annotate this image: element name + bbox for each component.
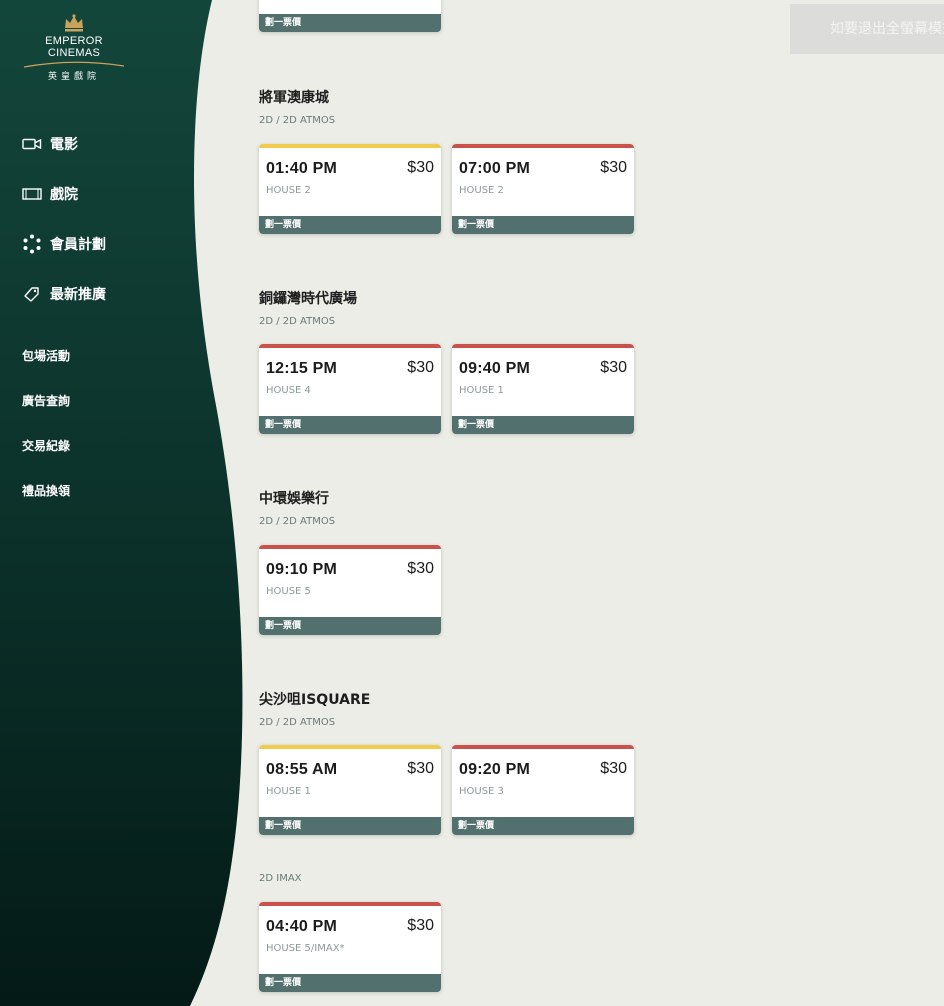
session-time: 08:55 AM	[266, 761, 338, 778]
session-house: HOUSE 2	[266, 185, 311, 196]
flat-price-label: 劃一票價	[452, 216, 634, 234]
flat-price-label: 劃一票價	[259, 817, 441, 835]
video-camera-icon	[22, 134, 42, 154]
session-time: 09:10 PM	[266, 561, 337, 578]
session-time: 01:40 PM	[266, 160, 337, 177]
brand-line1: EMPEROR	[45, 35, 103, 47]
session-time: 07:00 PM	[459, 160, 530, 177]
session-price: $30	[407, 159, 434, 176]
showtime-card[interactable]: 09:20 PM $30 HOUSE 3 劃一票價	[452, 745, 634, 835]
nav-label: 電影	[50, 137, 78, 153]
session-time: 12:15 PM	[266, 360, 337, 377]
session-time: 09:20 PM	[459, 761, 530, 778]
nav-item-movies[interactable]: 電影	[22, 134, 106, 154]
session-house: HOUSE 1	[459, 385, 504, 396]
session-price: $30	[407, 560, 434, 577]
session-price: $30	[600, 760, 627, 777]
showtime-card[interactable]: 08:55 AM $30 HOUSE 1 劃一票價	[259, 745, 441, 835]
session-stripe	[259, 545, 441, 549]
session-time: 04:40 PM	[266, 918, 337, 935]
showtime-card[interactable]: 07:00 PM $30 HOUSE 2 劃一票價	[452, 144, 634, 234]
cinema-name: 尖沙咀ISQUARE	[259, 692, 371, 708]
swoosh-icon	[23, 61, 125, 68]
session-stripe	[259, 344, 441, 348]
session-price: $30	[407, 760, 434, 777]
flat-price-label: 劃一票價	[452, 817, 634, 835]
nav-item-transactions[interactable]: 交易紀錄	[22, 437, 70, 455]
session-stripe	[452, 745, 634, 749]
brand-line2: CINEMAS	[47, 47, 101, 59]
nav-item-membership[interactable]: 會員計劃	[22, 234, 106, 254]
nav-label: 戲院	[50, 187, 78, 203]
showtime-card[interactable]: 01:40 PM $30 HOUSE 2 劃一票價	[259, 144, 441, 234]
format-label: 2D / 2D ATMOS	[259, 516, 336, 527]
showtime-card[interactable]: 09:40 PM $30 HOUSE 1 劃一票價	[452, 344, 634, 434]
showtime-card[interactable]: 劃一票價	[259, 0, 441, 32]
flat-price-label: 劃一票價	[452, 416, 634, 434]
showtime-card[interactable]: 09:10 PM $30 HOUSE 5 劃一票價	[259, 545, 441, 635]
flat-price-label: 劃一票價	[259, 974, 441, 992]
nav-item-cinemas[interactable]: 戲院	[22, 184, 106, 204]
format-label: 2D / 2D ATMOS	[259, 717, 336, 728]
session-house: HOUSE 4	[266, 385, 311, 396]
session-house: HOUSE 2	[459, 185, 504, 196]
session-house: HOUSE 1	[266, 786, 311, 797]
session-stripe	[259, 144, 441, 148]
session-stripe	[452, 344, 634, 348]
main-nav: 電影 戲院 會員計劃 最新推廣	[22, 134, 106, 334]
session-price: $30	[407, 917, 434, 934]
nav-item-private-events[interactable]: 包場活動	[22, 347, 70, 365]
session-price: $30	[600, 159, 627, 176]
nav-item-promotions[interactable]: 最新推廣	[22, 284, 106, 304]
secondary-nav: 包場活動 廣告查詢 交易紀錄 禮品換領	[22, 347, 70, 527]
crown-icon	[65, 14, 83, 32]
showtime-card[interactable]: 12:15 PM $30 HOUSE 4 劃一票價	[259, 344, 441, 434]
sidebar: EMPEROR CINEMAS 英皇戲院 電影 戲院 會員計劃 最新推廣 包場活…	[0, 0, 250, 1006]
flat-price-label: 劃一票價	[259, 617, 441, 635]
exit-fullscreen-notice[interactable]: 如要退出全螢幕模式	[790, 4, 944, 54]
format-label: 2D / 2D ATMOS	[259, 115, 336, 126]
brand-line3: 英皇戲院	[47, 72, 100, 82]
brand-logo[interactable]: EMPEROR CINEMAS 英皇戲院	[18, 14, 130, 82]
nav-item-gift-redemption[interactable]: 禮品換領	[22, 482, 70, 500]
cinema-name: 將軍澳康城	[259, 90, 329, 106]
session-price: $30	[407, 359, 434, 376]
session-house: HOUSE 5	[266, 586, 311, 597]
session-stripe	[452, 144, 634, 148]
format-label: 2D / 2D ATMOS	[259, 316, 336, 327]
session-house: HOUSE 3	[459, 786, 504, 797]
tag-icon	[22, 284, 42, 304]
nav-label: 會員計劃	[50, 237, 106, 253]
film-frame-icon	[22, 184, 42, 204]
dots-circle-icon	[22, 234, 42, 254]
showtime-card[interactable]: 04:40 PM $30 HOUSE 5/IMAX* 劃一票價	[259, 902, 441, 992]
session-stripe	[259, 745, 441, 749]
session-stripe	[259, 902, 441, 906]
format-label: 2D IMAX	[259, 873, 302, 884]
session-time: 09:40 PM	[459, 360, 530, 377]
nav-label: 最新推廣	[50, 287, 106, 303]
session-price: $30	[600, 359, 627, 376]
flat-price-label: 劃一票價	[259, 416, 441, 434]
cinema-name: 銅鑼灣時代廣場	[259, 291, 357, 307]
session-house: HOUSE 5/IMAX*	[266, 943, 345, 954]
nav-item-advertising[interactable]: 廣告查詢	[22, 392, 70, 410]
flat-price-label: 劃一票價	[259, 14, 441, 32]
cinema-name: 中環娛樂行	[259, 491, 329, 507]
flat-price-label: 劃一票價	[259, 216, 441, 234]
